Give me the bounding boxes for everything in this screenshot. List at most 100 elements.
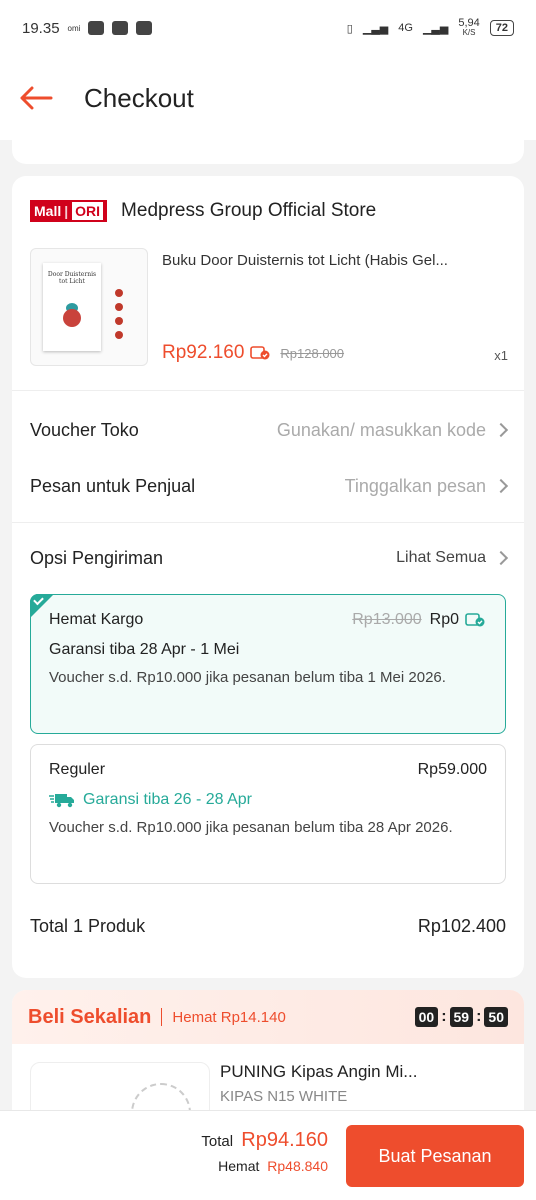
summary-savings-label: Hemat <box>218 1158 260 1174</box>
status-omi-label: omi <box>67 23 81 33</box>
timer-colon: : <box>476 1008 482 1025</box>
cover-badge-dot <box>115 289 123 297</box>
network-speed: 5,94 K/S <box>458 18 479 38</box>
chevron-right-icon <box>493 550 509 566</box>
network-speed-unit: K/S <box>462 28 476 37</box>
beli-product-variant: KIPAS N15 WHITE <box>220 1088 348 1105</box>
status-time: 19.35 <box>22 19 60 37</box>
product-item[interactable]: Door Duisternis tot Licht Buku Door Duis… <box>30 248 508 368</box>
countdown-timer: 00 : 59 : 50 <box>414 1007 508 1027</box>
order-total-label: Total 1 Produk <box>30 916 146 936</box>
cover-badges <box>115 289 123 345</box>
divider <box>12 390 524 391</box>
message-label: Pesan untuk Penjual <box>30 475 196 496</box>
shipping-option-hemat-kargo[interactable]: Hemat Kargo Rp13.000 Rp0 Garansi tiba 28… <box>30 594 506 734</box>
chevron-right-icon <box>493 478 509 494</box>
summary-total-label: Total <box>201 1133 234 1150</box>
voucher-toko-row[interactable]: Voucher Toko Gunakan/ masukkan kode <box>30 408 509 452</box>
coupon-check-icon <box>250 346 270 360</box>
shipping-label: Opsi Pengiriman <box>30 547 164 568</box>
signal-icon-2: ▁▃▅ <box>422 22 449 35</box>
previous-card-edge <box>12 140 524 164</box>
option-guarantee: Garansi tiba 26 - 28 Apr <box>83 791 252 808</box>
network-speed-value: 5,94 <box>458 17 480 29</box>
summary-total-value: Rp94.160 <box>241 1129 328 1151</box>
message-placeholder: Tinggalkan pesan <box>344 475 486 496</box>
message-input-hint: Tinggalkan pesan <box>344 475 509 497</box>
product-price: Rp92.160 <box>162 342 245 363</box>
voucher-placeholder: Gunakan/ masukkan kode <box>276 419 486 440</box>
mall-ori-badge: Mall | ORI <box>30 200 108 222</box>
coupon-check-icon <box>465 613 485 627</box>
shop-icon <box>112 21 129 35</box>
badge-separator: | <box>64 203 69 219</box>
product-price-row: Rp92.160 Rp128.000 <box>162 342 344 364</box>
beli-sekalian-header: Beli Sekalian Hemat Rp14.140 00 : 59 : 5… <box>12 990 524 1044</box>
store-header: Mall | ORI Medpress Group Official Store <box>30 200 376 222</box>
cover-badge-dot <box>115 331 123 339</box>
vibrate-icon: ▯ <box>346 22 353 35</box>
option-header: Reguler Rp59.000 <box>49 761 487 779</box>
timer-minutes: 59 <box>449 1007 474 1027</box>
chevron-right-icon <box>493 422 509 438</box>
cover-badge-dot <box>115 317 123 325</box>
shipping-options-row: Opsi Pengiriman Lihat Semua <box>30 536 509 580</box>
mall-badge-text: Mall <box>34 203 62 219</box>
network-type: 4G <box>398 22 413 34</box>
order-total-row: Total 1 Produk Rp102.400 <box>30 916 506 937</box>
page-title: Checkout <box>84 82 194 113</box>
youtube-icon <box>88 21 105 35</box>
option-price: Rp59.000 <box>417 761 487 778</box>
option-guarantee: Garansi tiba 28 Apr - 1 Mei <box>49 641 240 658</box>
summary-savings-value: Rp48.840 <box>267 1158 328 1174</box>
product-original-price: Rp128.000 <box>280 345 345 361</box>
arrow-left-icon <box>20 86 53 110</box>
timer-seconds: 50 <box>484 1007 508 1027</box>
beli-product-name[interactable]: PUNING Kipas Angin Mi... <box>220 1062 417 1082</box>
signal-icon: ▁▃▅ <box>362 22 389 35</box>
summary-total-line: Total Rp94.160 <box>201 1129 328 1152</box>
divider <box>12 522 524 523</box>
option-price-group: Rp13.000 Rp0 <box>352 611 487 629</box>
voucher-input-hint: Gunakan/ masukkan kode <box>276 419 509 441</box>
notification-app-icon <box>136 21 153 35</box>
shipping-option-reguler[interactable]: Reguler Rp59.000 Garansi tiba 26 - 28 Ap… <box>30 744 506 884</box>
beli-sekalian-savings: Hemat Rp14.140 <box>172 1008 286 1026</box>
book-cover-title: Door Duisternis tot Licht <box>47 271 97 285</box>
store-card: Mall | ORI Medpress Group Official Store… <box>12 176 524 978</box>
see-all-link[interactable]: Lihat Semua <box>396 549 509 567</box>
cover-badge-dot <box>115 303 123 311</box>
timer-hours: 00 <box>414 1007 439 1027</box>
option-note: Voucher s.d. Rp10.000 jika pesanan belum… <box>49 669 446 686</box>
timer-colon: : <box>441 1008 447 1025</box>
product-title: Buku Door Duisternis tot Licht (Habis Ge… <box>162 252 448 269</box>
option-name: Hemat Kargo <box>49 611 144 628</box>
voucher-label: Voucher Toko <box>30 419 139 440</box>
fast-truck-icon <box>49 794 74 808</box>
option-original-price: Rp13.000 <box>352 611 422 628</box>
beli-sekalian-title: Beli Sekalian <box>28 1005 152 1028</box>
option-price: Rp0 <box>429 611 459 628</box>
see-all-text: Lihat Semua <box>396 549 486 566</box>
product-quantity: x1 <box>494 348 508 363</box>
option-note: Voucher s.d. Rp10.000 jika pesanan belum… <box>49 819 453 836</box>
option-name: Reguler <box>49 761 106 778</box>
order-total-value: Rp102.400 <box>417 916 506 936</box>
ori-badge-text: ORI <box>72 202 104 220</box>
store-name[interactable]: Medpress Group Official Store <box>121 200 376 222</box>
book-cover: Door Duisternis tot Licht <box>43 263 101 351</box>
summary-savings-line: Hemat Rp48.840 <box>201 1158 328 1174</box>
seller-message-row[interactable]: Pesan untuk Penjual Tinggalkan pesan <box>30 464 509 508</box>
product-thumbnail: Door Duisternis tot Licht <box>30 248 148 366</box>
checkout-summary: Total Rp94.160 Hemat Rp48.840 <box>201 1129 328 1174</box>
place-order-button[interactable]: Buat Pesanan <box>346 1125 524 1187</box>
option-header: Hemat Kargo Rp13.000 Rp0 <box>49 611 487 629</box>
app-header: Checkout <box>0 56 536 140</box>
cover-figure-body <box>63 309 81 327</box>
back-button[interactable] <box>18 80 54 116</box>
option-guarantee-row: Garansi tiba 26 - 28 Apr <box>49 791 487 809</box>
checkout-bottom-bar: Total Rp94.160 Hemat Rp48.840 Buat Pesan… <box>0 1110 536 1200</box>
header-separator <box>161 1008 163 1026</box>
battery-indicator: 72 <box>489 20 514 36</box>
status-bar: 19.35 omi ▯ ▁▃▅ 4G ▁▃▅ 5,94 K/S 72 <box>0 0 536 56</box>
